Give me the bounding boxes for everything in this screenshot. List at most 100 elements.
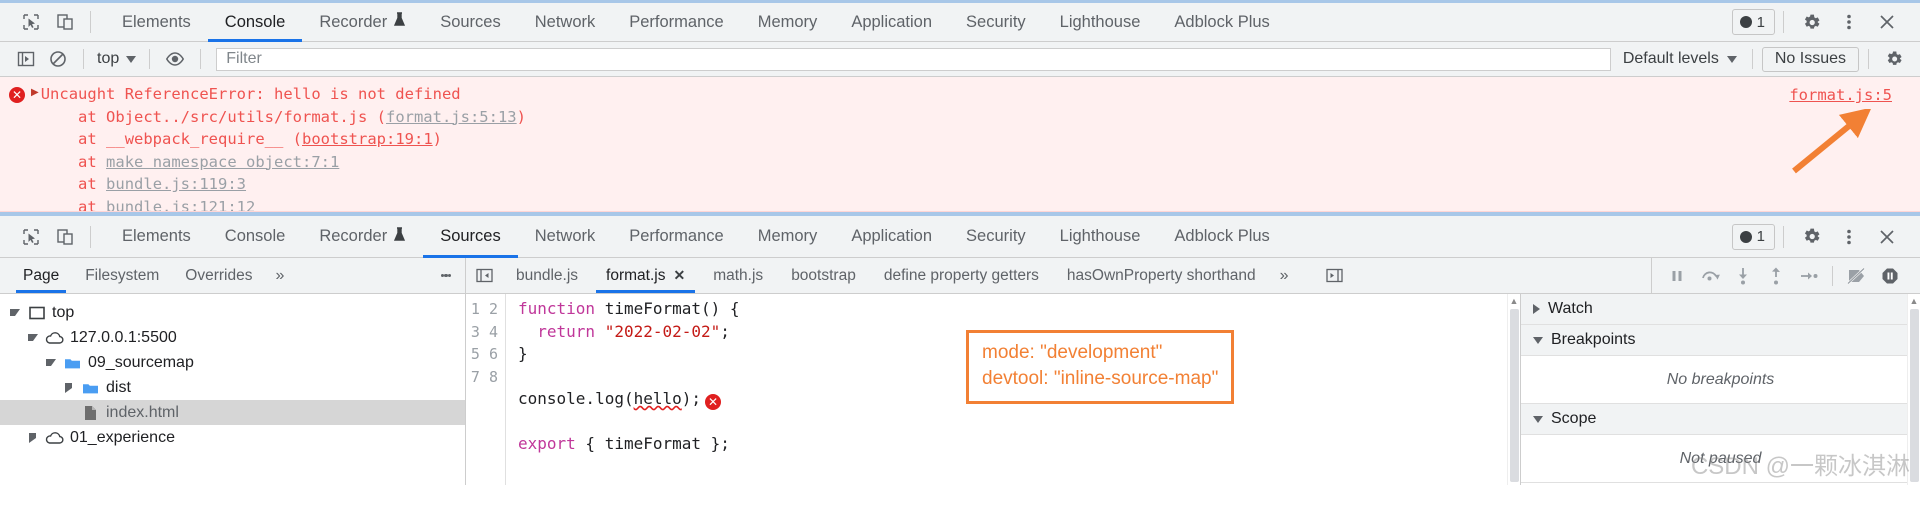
deactivate-breakpoints-button[interactable] [1840, 262, 1873, 290]
editor-tab-math-js[interactable]: math.js [699, 258, 777, 293]
error-count-badge[interactable]: 1 [1731, 9, 1775, 35]
tab-console[interactable]: Console [207, 3, 303, 42]
tab-network[interactable]: Network [518, 216, 613, 257]
scroll-up-icon[interactable]: ▲ [1510, 296, 1519, 306]
stack-link[interactable]: make namespace object:7:1 [106, 153, 339, 171]
inspect-element-icon[interactable] [14, 222, 48, 252]
tab-label: Elements [122, 12, 191, 31]
log-level-selector[interactable]: Default levels [1617, 50, 1743, 68]
step-button[interactable] [1792, 262, 1825, 290]
toolbar-divider [90, 225, 91, 248]
tab-adblock-plus[interactable]: Adblock Plus [1157, 3, 1286, 41]
toolbar-divider [149, 49, 151, 69]
tree-item-top[interactable]: top [0, 300, 465, 325]
tab-adblock-plus[interactable]: Adblock Plus [1157, 216, 1286, 257]
tab-recorder[interactable]: Recorder [302, 3, 423, 41]
tab-memory[interactable]: Memory [741, 216, 835, 257]
step-into-button[interactable] [1726, 262, 1759, 290]
console-sidebar-toggle-icon[interactable] [10, 46, 42, 72]
show-debugger-sidebar-icon[interactable] [1317, 267, 1353, 284]
editor-tab-hasownproperty-shorthand[interactable]: hasOwnProperty shorthand [1053, 258, 1270, 293]
scrollbar-thumb[interactable] [1909, 309, 1919, 482]
tree-item-dist[interactable]: dist [0, 375, 465, 400]
step-over-button[interactable] [1693, 262, 1726, 290]
error-count-badge[interactable]: 1 [1731, 223, 1775, 250]
stack-link[interactable]: bootstrap:19:1 [302, 130, 433, 148]
chevron-down-icon[interactable] [26, 334, 39, 341]
editor-tab-bundle-js[interactable]: bundle.js [502, 258, 592, 293]
issues-button[interactable]: No Issues [1761, 46, 1859, 72]
chevron-down-icon[interactable] [8, 309, 21, 316]
chevron-right-icon[interactable] [62, 382, 75, 393]
close-icon[interactable]: ✕ [673, 267, 685, 284]
editor-tab-bootstrap[interactable]: bootstrap [777, 258, 870, 293]
tab-application[interactable]: Application [834, 3, 949, 41]
tree-item-09-sourcemap[interactable]: 09_sourcemap [0, 350, 465, 375]
watch-pane-header[interactable]: Watch [1521, 294, 1920, 325]
gear-icon[interactable] [1792, 7, 1830, 37]
device-toolbar-icon[interactable] [48, 7, 82, 37]
tab-performance[interactable]: Performance [612, 3, 740, 41]
close-icon[interactable] [1868, 222, 1906, 252]
close-icon[interactable] [1868, 7, 1906, 37]
tab-performance[interactable]: Performance [612, 216, 740, 257]
scroll-up-icon[interactable]: ▲ [1910, 296, 1919, 306]
tab-lighthouse[interactable]: Lighthouse [1043, 3, 1158, 41]
show-navigator-icon[interactable] [466, 267, 502, 284]
scrollbar-thumb[interactable] [1509, 309, 1519, 482]
tab-security[interactable]: Security [949, 3, 1043, 41]
console-settings-gear-icon[interactable] [1878, 46, 1910, 72]
tab-sources[interactable]: Sources [423, 3, 518, 41]
pause-on-exceptions-button[interactable] [1873, 262, 1906, 290]
device-toolbar-icon[interactable] [48, 222, 82, 252]
live-expression-eye-icon[interactable] [159, 46, 191, 72]
tab-application[interactable]: Application [834, 216, 949, 257]
editor-scrollbar[interactable]: ▲ [1507, 294, 1520, 485]
chevron-down-icon[interactable] [44, 359, 57, 366]
tabbar-right-icons: 1 [1731, 3, 1920, 41]
tab-security[interactable]: Security [949, 216, 1043, 257]
more-options-icon[interactable] [1830, 222, 1868, 252]
more-options-icon[interactable] [1830, 7, 1868, 37]
stack-link[interactable]: bundle.js:121:12 [106, 198, 255, 212]
tree-item-origin[interactable]: 127.0.0.1:5500 [0, 325, 465, 350]
expand-triangle-icon[interactable]: ▶ [31, 87, 39, 98]
nav-tab-overrides[interactable]: Overrides [172, 258, 265, 293]
tab-sources[interactable]: Sources [423, 216, 518, 258]
tab-network[interactable]: Network [518, 3, 613, 41]
toolbar-divider [83, 49, 84, 69]
clear-console-icon[interactable] [42, 46, 74, 72]
editor-tab-define-property-getters[interactable]: define property getters [870, 258, 1053, 293]
tab-memory[interactable]: Memory [741, 3, 835, 41]
line-number-gutter: 1 2 3 4 5 6 7 8 [466, 294, 506, 485]
chevron-right-icon[interactable] [26, 432, 39, 443]
stack-link[interactable]: bundle.js:119:3 [106, 175, 246, 193]
scope-pane-header[interactable]: Scope [1521, 404, 1920, 435]
step-out-button[interactable] [1759, 262, 1792, 290]
sidebar-scrollbar[interactable]: ▲ [1907, 294, 1920, 485]
gear-icon[interactable] [1792, 222, 1830, 252]
editor-tab-format-js[interactable]: format.js ✕ [592, 258, 699, 293]
execution-context-selector[interactable]: top [93, 50, 140, 68]
tab-recorder[interactable]: Recorder [302, 216, 423, 257]
nav-tab-page[interactable]: Page [10, 258, 72, 293]
tree-item-index-html[interactable]: index.html [0, 400, 465, 425]
navigator-more-options-icon[interactable] [427, 272, 466, 279]
console-source-link[interactable]: format.js:5 [1789, 86, 1892, 104]
nav-tab-filesystem[interactable]: Filesystem [72, 258, 172, 293]
more-editor-tabs-icon[interactable]: » [1270, 267, 1299, 285]
pause-resume-button[interactable] [1660, 262, 1693, 290]
tab-console[interactable]: Console [208, 216, 303, 257]
breakpoints-pane-header[interactable]: Breakpoints [1521, 325, 1920, 356]
tab-elements[interactable]: Elements [105, 3, 208, 41]
more-nav-tabs-icon[interactable]: » [265, 267, 294, 285]
inspect-element-icon[interactable] [14, 7, 48, 37]
console-filter-input[interactable]: Filter [216, 47, 1611, 71]
stack-link[interactable]: format.js:5:13 [386, 108, 517, 126]
tab-elements[interactable]: Elements [105, 216, 208, 257]
tab-lighthouse[interactable]: Lighthouse [1043, 216, 1158, 257]
console-error-message[interactable]: ✕ ▶ Uncaught ReferenceError: hello is no… [0, 83, 1920, 212]
tab-label: Console [224, 227, 286, 245]
tree-item-01-experience[interactable]: 01_experience [0, 425, 465, 450]
file-icon [81, 404, 100, 421]
